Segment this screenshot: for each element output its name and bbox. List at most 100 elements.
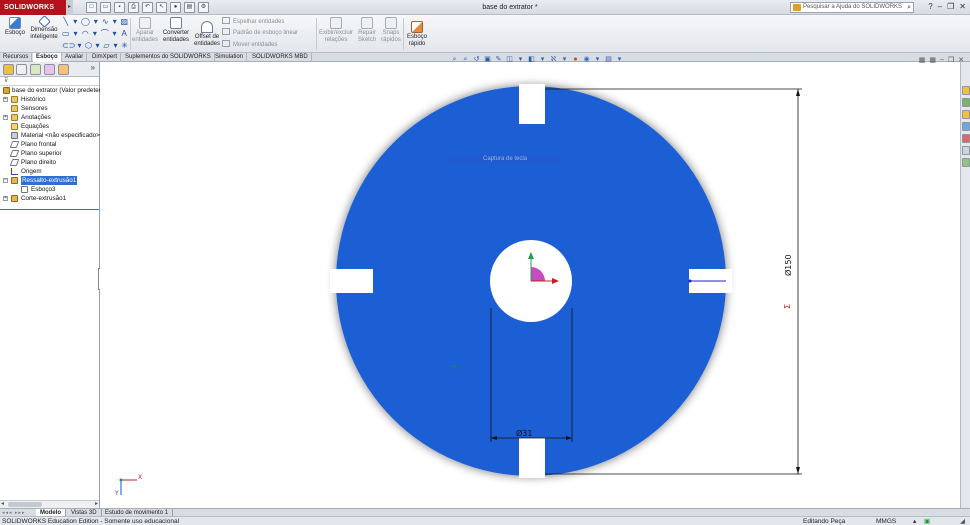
restore-icon[interactable]: ❐ bbox=[947, 1, 954, 13]
repair-sketch-button[interactable]: Repair Sketch bbox=[355, 17, 379, 44]
arc-dropdown-icon[interactable]: ▾ bbox=[91, 28, 99, 39]
undo-icon[interactable]: ↶ bbox=[142, 2, 153, 13]
tree-item-plano-frontal[interactable]: Plano frontal bbox=[0, 140, 99, 149]
tile-icon[interactable]: ▦ bbox=[919, 56, 926, 64]
tree-item-equacoes[interactable]: Equações bbox=[0, 122, 99, 131]
doc-restore-icon[interactable]: ❐ bbox=[948, 56, 954, 64]
feature-manager-tab-icon[interactable] bbox=[3, 64, 14, 75]
rectangle-dropdown-icon[interactable]: ▾ bbox=[72, 28, 80, 39]
tree-item-ressalto-extrusao1[interactable]: − Ressalto-extrusão1 bbox=[0, 176, 99, 185]
line-icon[interactable]: ╲ bbox=[62, 16, 70, 27]
fillet-icon[interactable]: ⌒ bbox=[101, 28, 109, 39]
more-view-tools-icon[interactable]: ▾ bbox=[615, 55, 624, 64]
tab-suplementos[interactable]: Suplementos do SOLIDWORKS bbox=[122, 53, 215, 62]
quick-snaps-button[interactable]: Snaps rápidos bbox=[380, 17, 402, 44]
graphics-area[interactable]: + Σ Captura de tecla Ø31 Ø150 X Y bbox=[100, 62, 960, 508]
text-a-icon[interactable]: A bbox=[120, 28, 128, 39]
rebuild-icon[interactable]: ● bbox=[170, 2, 181, 13]
view-palette-icon[interactable] bbox=[962, 122, 970, 131]
configuration-manager-tab-icon[interactable] bbox=[30, 64, 41, 75]
expand-icon[interactable]: + bbox=[3, 196, 8, 201]
view-settings-dropdown-icon[interactable]: ▾ bbox=[593, 55, 602, 64]
expand-icon[interactable]: + bbox=[3, 115, 8, 120]
tree-root[interactable]: base do extrator (Valor predeterm bbox=[0, 86, 106, 95]
scroll-thumb[interactable] bbox=[8, 502, 42, 507]
mirror-entities-button[interactable]: Espelhar entidades bbox=[222, 17, 284, 27]
rebuild-status-icon[interactable]: ▣ bbox=[924, 517, 930, 525]
tree-item-origem[interactable]: Origem bbox=[0, 167, 99, 176]
print-icon[interactable]: ⎙ bbox=[128, 2, 139, 13]
spline-dropdown-icon[interactable]: ▾ bbox=[111, 16, 119, 27]
scene-dropdown-icon[interactable]: ▾ bbox=[560, 55, 569, 64]
panel-horizontal-scrollbar[interactable]: ◂ ▸ bbox=[0, 500, 99, 508]
realview-icon[interactable]: ◉ bbox=[582, 55, 591, 64]
slot-icon[interactable]: ⊂⊃ bbox=[62, 40, 75, 51]
status-units[interactable]: MMGS bbox=[876, 517, 896, 525]
screen-capture-icon[interactable]: ▤ bbox=[604, 55, 613, 64]
tree-item-plano-direito[interactable]: Plano direito bbox=[0, 158, 99, 167]
offset-entities-button[interactable]: Offset de entidades bbox=[193, 21, 221, 48]
plane-icon[interactable]: ▱ bbox=[103, 40, 110, 51]
close-icon[interactable]: ✕ bbox=[959, 1, 966, 13]
dynamic-annotation-icon[interactable]: ✎ bbox=[494, 55, 503, 64]
file-properties-icon[interactable]: ▤ bbox=[184, 2, 195, 13]
arc-icon[interactable]: ◠ bbox=[81, 28, 89, 39]
linear-pattern-button[interactable]: Padrão de esboço linear bbox=[222, 28, 298, 38]
display-manager-tab-icon[interactable] bbox=[58, 64, 69, 75]
view-orientation-icon[interactable]: ◫ bbox=[505, 55, 514, 64]
expand-icon[interactable]: + bbox=[3, 97, 8, 102]
display-delete-relations-button[interactable]: Exibir/excluir relações bbox=[318, 17, 354, 44]
more-tabs-icon[interactable]: » bbox=[91, 63, 95, 72]
custom-properties-icon[interactable] bbox=[962, 146, 970, 155]
tab-solidworks-mbd[interactable]: SOLIDWORKS MBD bbox=[249, 53, 312, 62]
section-view-icon[interactable]: ▣ bbox=[483, 55, 492, 64]
rapid-sketch-button[interactable]: Esboço rápido bbox=[405, 21, 429, 48]
tree-item-plano-superior[interactable]: Plano superior bbox=[0, 149, 99, 158]
property-manager-tab-icon[interactable] bbox=[16, 64, 27, 75]
display-style-icon[interactable]: ▾ bbox=[516, 55, 525, 64]
dimension-outer-diameter[interactable]: Ø150 bbox=[784, 254, 793, 276]
edit-appearance-icon[interactable]: ▾ bbox=[538, 55, 547, 64]
point-icon[interactable]: ✳ bbox=[121, 40, 128, 51]
appearances-icon[interactable] bbox=[962, 134, 970, 143]
help-search-input[interactable]: Pesquisar a Ajuda do SOLIDWORKS ⌕ bbox=[790, 2, 914, 13]
tree-filter[interactable]: ⊽ bbox=[0, 77, 99, 86]
dimxpert-manager-tab-icon[interactable] bbox=[44, 64, 55, 75]
design-library-icon[interactable] bbox=[962, 98, 970, 107]
resources-pane-icon[interactable] bbox=[962, 86, 970, 95]
sketch-point[interactable] bbox=[688, 279, 692, 283]
trim-entities-button[interactable]: Aparar entidades bbox=[131, 17, 159, 44]
menu-expand-icon[interactable]: ▸ bbox=[66, 0, 73, 15]
tree-item-corte-extrusao1[interactable]: + Corte-extrusão1 bbox=[0, 194, 99, 203]
cascade-icon[interactable]: ▦ bbox=[929, 56, 936, 64]
zoom-to-area-icon[interactable]: ⌕ bbox=[461, 55, 470, 64]
tree-item-material[interactable]: Material <não especificado> bbox=[0, 131, 100, 140]
help-icon[interactable]: ? bbox=[928, 1, 932, 13]
select-icon[interactable]: ↖ bbox=[156, 2, 167, 13]
circle-icon[interactable]: ◯ bbox=[81, 16, 90, 27]
fillet-dropdown-icon[interactable]: ▾ bbox=[111, 28, 119, 39]
forum-icon[interactable] bbox=[962, 158, 970, 167]
polygon-dropdown-icon[interactable]: ▾ bbox=[94, 40, 101, 51]
move-entities-button[interactable]: Mover entidades bbox=[222, 40, 277, 50]
minimize-icon[interactable]: – bbox=[938, 1, 942, 13]
convert-entities-button[interactable]: Converter entidades bbox=[161, 17, 191, 44]
centerline-dropdown-icon[interactable]: ▾ bbox=[72, 16, 80, 27]
file-explorer-icon[interactable] bbox=[962, 110, 970, 119]
appearance-ball-icon[interactable]: ● bbox=[571, 55, 580, 64]
slot-dropdown-icon[interactable]: ▾ bbox=[76, 40, 83, 51]
spline-icon[interactable]: ∿ bbox=[101, 16, 109, 27]
tab-recursos[interactable]: Recursos bbox=[0, 53, 33, 62]
scroll-left-icon[interactable]: ◂ bbox=[1, 501, 4, 508]
options-icon[interactable]: ⚙ bbox=[198, 2, 209, 13]
doc-minimize-icon[interactable]: – bbox=[940, 56, 944, 64]
rectangle-icon[interactable]: ▭ bbox=[62, 28, 70, 39]
rollback-bar[interactable] bbox=[0, 205, 99, 210]
previous-view-icon[interactable]: ↺ bbox=[472, 55, 481, 64]
tab-simulation[interactable]: Simulation bbox=[212, 53, 248, 62]
tree-item-anotacoes[interactable]: + Anotações bbox=[0, 113, 99, 122]
apply-scene-icon[interactable]: ℵ bbox=[549, 55, 558, 64]
units-dropdown-icon[interactable]: ▴ bbox=[913, 517, 916, 525]
magnifier-icon[interactable]: ⌕ bbox=[907, 3, 911, 12]
tab-esboco[interactable]: Esboço bbox=[33, 53, 62, 62]
